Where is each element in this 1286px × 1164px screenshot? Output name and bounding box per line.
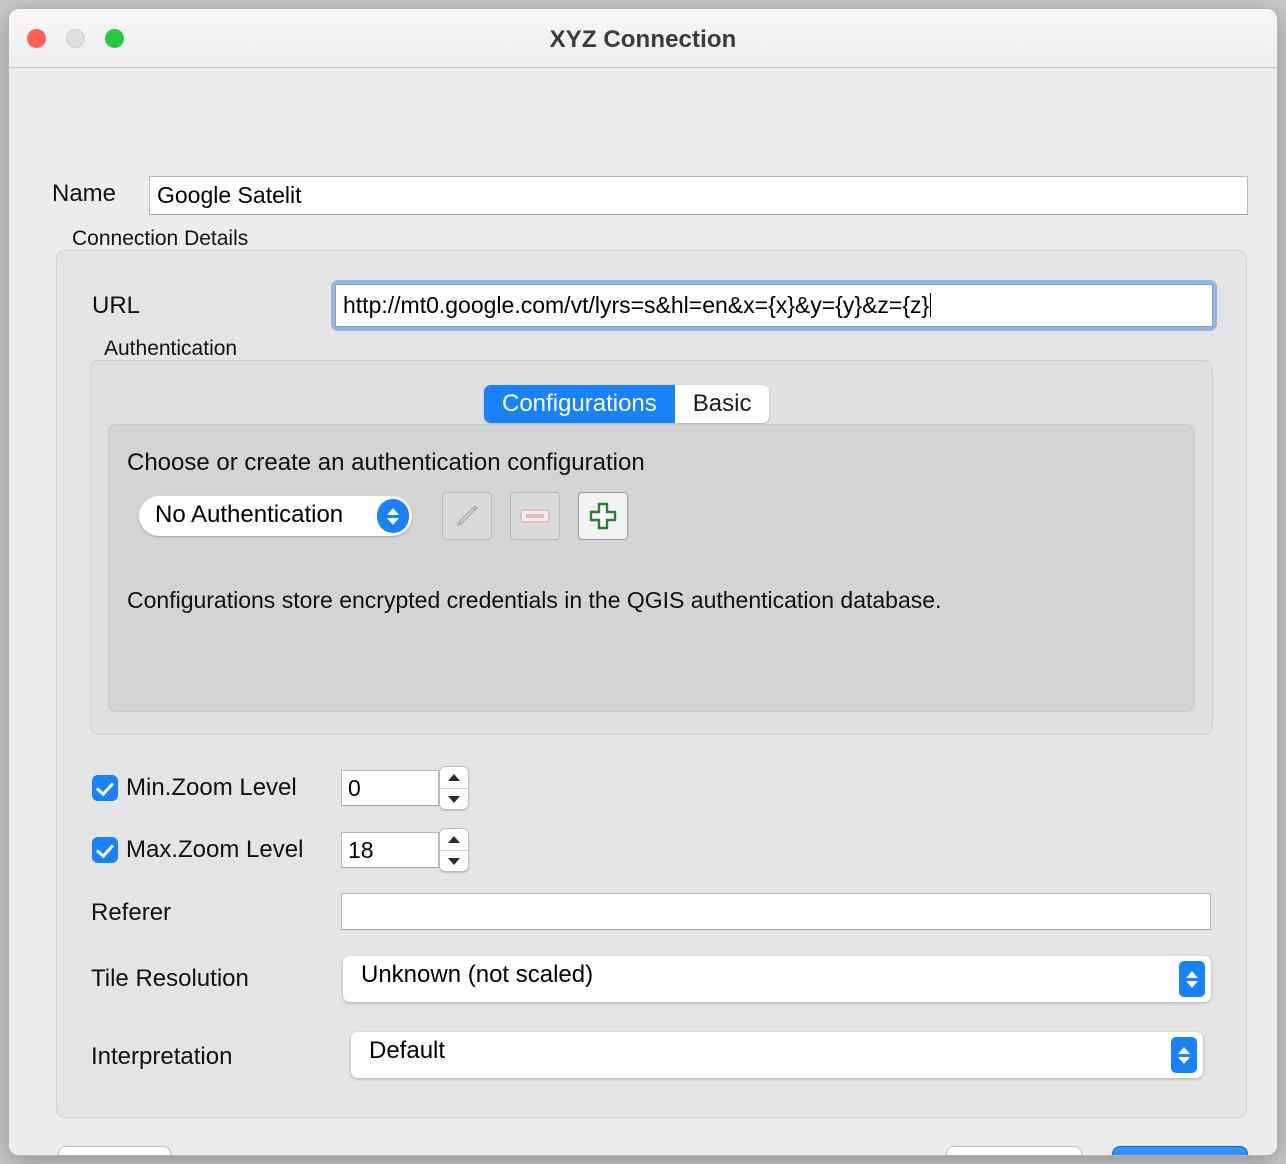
pencil-icon [457,505,478,526]
max-zoom-input[interactable]: 18 [341,832,439,868]
ok-button[interactable]: OK [1112,1146,1248,1155]
chevron-updown-icon [1171,1037,1197,1073]
tile-resolution-value: Unknown (not scaled) [361,961,594,988]
min-zoom-increment[interactable] [440,767,468,789]
min-zoom-input[interactable]: 0 [341,770,439,806]
remove-config-button[interactable] [510,492,560,540]
name-input[interactable]: Google Satelit [149,176,1248,215]
auth-config-select[interactable]: No Authentication [139,496,412,536]
configuration-note-label: Configurations store encrypted credentia… [127,587,942,613]
url-field-focus-ring: http://mt0.google.com/vt/lyrs=s&hl=en&x=… [331,280,1217,331]
min-zoom-decrement[interactable] [440,789,468,809]
interpretation-label: Interpretation [91,1043,233,1070]
tile-resolution-select[interactable]: Unknown (not scaled) [343,956,1211,1002]
plus-icon [589,502,617,530]
edit-config-button[interactable] [442,492,492,540]
configuration-hint-label: Choose or create an authentication confi… [127,449,645,476]
xyz-connection-dialog: XYZ Connection Name Google Satelit Conne… [8,8,1278,1156]
tab-basic[interactable]: Basic [674,385,770,423]
tile-resolution-label: Tile Resolution [91,965,249,992]
referer-label: Referer [91,899,172,926]
authentication-label: Authentication [104,337,238,360]
max-zoom-label: Max.Zoom Level [126,836,304,863]
dialog-body: Name Google Satelit Connection Details U… [9,68,1277,1155]
help-button[interactable]: Help [58,1146,171,1155]
chevron-updown-icon [1179,961,1205,997]
referer-input[interactable] [341,893,1211,930]
interpretation-select[interactable]: Default [351,1032,1203,1078]
interpretation-value: Default [369,1037,446,1064]
window-title: XYZ Connection [549,26,737,53]
max-zoom-checkbox[interactable] [92,837,118,863]
tab-configurations[interactable]: Configurations [484,385,675,423]
cancel-button[interactable]: Cancel [946,1146,1082,1155]
url-input-text: http://mt0.google.com/vt/lyrs=s&hl=en&x=… [343,292,930,318]
connection-details-label: Connection Details [72,227,249,250]
authentication-tabs: Configurations Basic [484,385,770,423]
chevron-updown-icon [377,499,409,533]
name-label: Name [52,180,117,207]
max-zoom-increment[interactable] [440,829,468,851]
min-zoom-checkbox[interactable] [92,775,118,801]
max-zoom-decrement[interactable] [440,851,468,871]
min-zoom-stepper[interactable] [439,766,469,810]
min-zoom-label: Min.Zoom Level [126,774,297,801]
url-input[interactable]: http://mt0.google.com/vt/lyrs=s&hl=en&x=… [335,284,1213,327]
minus-icon [520,509,550,523]
url-label: URL [92,292,141,319]
max-zoom-stepper[interactable] [439,828,469,872]
auth-config-select-value: No Authentication [155,501,344,528]
text-caret [930,293,932,317]
title-bar: XYZ Connection [9,9,1277,68]
add-config-button[interactable] [578,492,628,540]
